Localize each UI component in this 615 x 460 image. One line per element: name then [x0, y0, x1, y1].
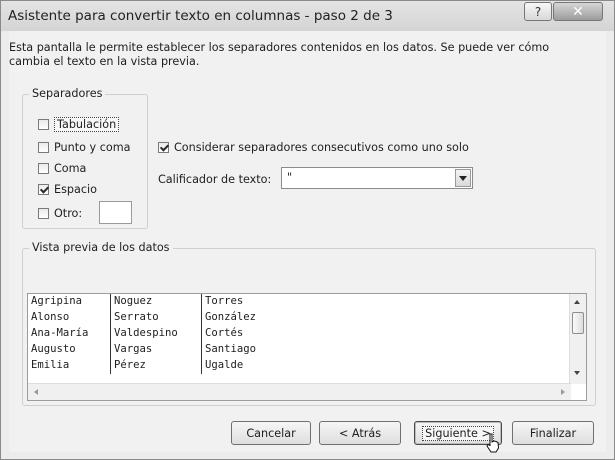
- text-qualifier-select[interactable]: ": [281, 167, 473, 189]
- preview-cell: Pérez: [110, 358, 202, 374]
- scroll-thumb[interactable]: [572, 312, 584, 334]
- preview-cell: Vargas: [110, 342, 202, 358]
- vertical-scrollbar[interactable]: [569, 294, 586, 384]
- help-icon: ?: [534, 4, 542, 19]
- preview-row: Alonso Serrato González: [28, 310, 288, 326]
- title-bar[interactable]: Asistente para convertir texto en column…: [1, 1, 614, 31]
- tab-checkbox-box[interactable]: [38, 119, 49, 130]
- preview-cell: González: [205, 311, 257, 323]
- preview-cell: Santiago: [205, 343, 257, 355]
- space-separator-checkbox[interactable]: Espacio: [38, 183, 97, 196]
- space-checkbox-box[interactable]: [38, 184, 49, 195]
- consecutive-checkbox-box[interactable]: [158, 142, 169, 153]
- data-preview-pane[interactable]: Agripina Noguez Torres Alonso Serrato Go…: [27, 293, 587, 401]
- preview-cell: Agripina: [28, 294, 111, 310]
- semicolon-checkbox-box[interactable]: [38, 142, 49, 153]
- preview-row: Augusto Vargas Santiago: [28, 342, 288, 358]
- finish-button-label: Finalizar: [529, 426, 577, 440]
- text-qualifier-value: ": [287, 171, 293, 184]
- preview-cell: Cortés: [205, 327, 244, 339]
- step-description: Esta pantalla le permite establecer los …: [9, 41, 550, 68]
- cancel-button-label: Cancelar: [246, 426, 296, 440]
- chevron-down-icon: [459, 175, 467, 181]
- other-separator-input[interactable]: [99, 201, 132, 224]
- consecutive-separators-checkbox[interactable]: Considerar separadores consecutivos como…: [158, 141, 469, 154]
- other-checkbox-box[interactable]: [38, 208, 49, 219]
- scroll-down-icon[interactable]: [574, 371, 580, 375]
- help-button[interactable]: ?: [524, 2, 552, 21]
- finish-button[interactable]: Finalizar: [512, 421, 594, 445]
- preview-table: Agripina Noguez Torres Alonso Serrato Go…: [28, 294, 288, 374]
- preview-cell: Valdespino: [110, 326, 202, 342]
- preview-cell: Ana-María: [28, 326, 111, 342]
- scroll-up-icon[interactable]: [574, 300, 580, 304]
- comma-separator-checkbox[interactable]: Coma: [38, 162, 86, 175]
- scroll-right-icon[interactable]: [561, 389, 565, 395]
- preview-cell: Emilia: [28, 358, 111, 374]
- preview-cell: Alonso: [28, 310, 111, 326]
- close-button[interactable]: ✕: [553, 2, 603, 21]
- semicolon-checkbox-label: Punto y coma: [54, 141, 131, 154]
- tab-separator-checkbox[interactable]: Tabulación: [38, 117, 120, 132]
- next-button-label: Siguiente >: [422, 425, 494, 441]
- scroll-left-icon[interactable]: [34, 389, 38, 395]
- hand-cursor-icon: [486, 433, 500, 453]
- preview-row: Ana-María Valdespino Cortés: [28, 326, 288, 342]
- text-qualifier-label: Calificador de texto:: [158, 173, 272, 186]
- consecutive-checkbox-label: Considerar separadores consecutivos como…: [174, 141, 469, 154]
- preview-legend: Vista previa de los datos: [29, 241, 173, 254]
- dropdown-button[interactable]: [455, 169, 471, 187]
- back-button-label: < Atrás: [338, 426, 382, 440]
- dialog-title: Asistente para convertir texto en column…: [8, 8, 393, 24]
- separators-legend: Separadores: [29, 87, 106, 100]
- preview-cell: Ugalde: [205, 359, 244, 371]
- cancel-button[interactable]: Cancelar: [231, 421, 311, 445]
- comma-checkbox-box[interactable]: [38, 163, 49, 174]
- semicolon-separator-checkbox[interactable]: Punto y coma: [38, 141, 130, 154]
- tab-checkbox-label: Tabulación: [54, 117, 120, 132]
- close-icon: ✕: [572, 3, 584, 20]
- comma-checkbox-label: Coma: [54, 162, 87, 175]
- preview-row: Agripina Noguez Torres: [28, 294, 288, 310]
- preview-cell: Torres: [205, 295, 244, 307]
- horizontal-scrollbar[interactable]: [28, 383, 571, 400]
- back-button[interactable]: < Atrás: [319, 421, 401, 445]
- other-separator-checkbox[interactable]: Otro:: [38, 207, 82, 220]
- space-checkbox-label: Espacio: [54, 183, 97, 196]
- preview-cell: Serrato: [110, 310, 202, 326]
- dialog-window: Asistente para convertir texto en column…: [0, 0, 615, 460]
- preview-cell: Noguez: [110, 294, 202, 310]
- other-checkbox-label: Otro:: [54, 207, 83, 220]
- preview-cell: Augusto: [28, 342, 111, 358]
- preview-row: Emilia Pérez Ugalde: [28, 358, 288, 374]
